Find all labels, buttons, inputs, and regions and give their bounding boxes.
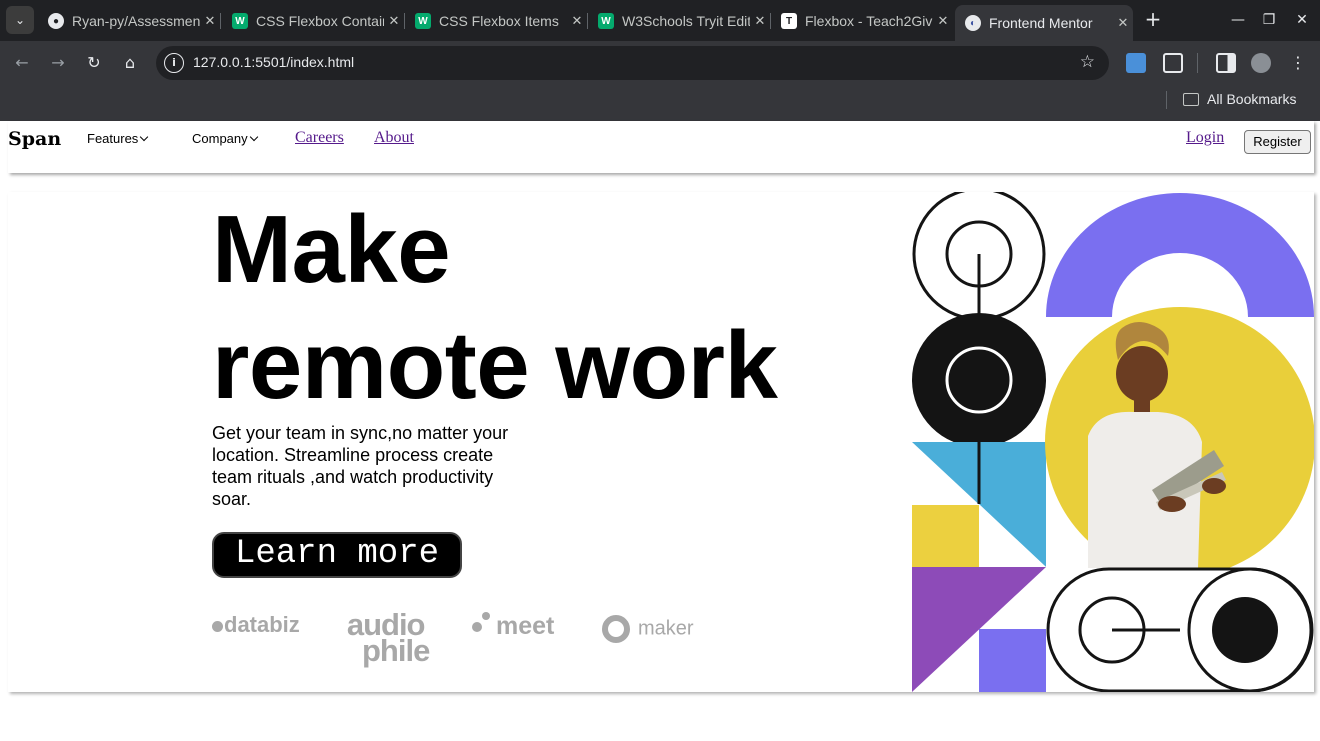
bookmarks-bar: All Bookmarks — [0, 85, 1320, 121]
url-text[interactable]: 127.0.0.1:5501/index.html — [193, 54, 354, 70]
register-button[interactable]: Register — [1244, 130, 1311, 154]
dark-dot — [1212, 597, 1278, 663]
restore-icon[interactable]: ❐ — [1255, 8, 1283, 32]
site-logo[interactable]: Span — [8, 128, 61, 150]
meet-dot-icon — [472, 622, 482, 633]
client-logo-maker: maker — [602, 615, 694, 643]
close-icon[interactable]: ✕ — [384, 13, 404, 29]
close-icon[interactable]: ✕ — [567, 13, 587, 29]
nav-about-link[interactable]: About — [374, 129, 414, 147]
person-hand — [1158, 496, 1186, 512]
site-header: Span Features Company Careers About Logi… — [8, 121, 1314, 173]
yellow-square — [912, 505, 979, 567]
maker-circle-icon — [602, 615, 630, 643]
login-link[interactable]: Login — [1186, 129, 1224, 147]
nav-company-dropdown[interactable]: Company — [192, 131, 258, 146]
person-head — [1116, 346, 1168, 402]
home-icon[interactable]: ⌂ — [118, 51, 142, 75]
nav-company-label: Company — [192, 131, 248, 146]
tab-github[interactable]: ● Ryan-py/Assessment ✕ — [38, 7, 221, 35]
meet-dot-icon — [482, 612, 490, 620]
person-hand — [1202, 478, 1226, 494]
hero-illustration — [912, 192, 1314, 692]
toolbar-divider — [1197, 53, 1198, 73]
close-icon[interactable]: ✕ — [750, 13, 770, 29]
hero-title-line2: remote work — [212, 312, 778, 419]
frontend-mentor-icon: ◐ — [965, 15, 981, 31]
w3schools-icon: W — [232, 13, 248, 29]
purple-square — [979, 629, 1046, 692]
client-logo-databiz: databiz — [212, 612, 300, 638]
close-icon[interactable]: ✕ — [200, 13, 220, 29]
learn-more-button[interactable]: Learn more — [212, 532, 462, 578]
chevron-down-icon: ⌄ — [14, 13, 26, 27]
folder-icon — [1183, 93, 1199, 106]
browser-toolbar: ← → ↻ ⌂ i 127.0.0.1:5501/index.html ☆ ⋮ — [0, 41, 1320, 85]
tab-css-flexbox-items[interactable]: W CSS Flexbox Items ✕ — [405, 7, 588, 35]
t-icon: T — [781, 13, 797, 29]
tab-search-button[interactable]: ⌄ — [6, 6, 34, 34]
hero-description: Get your team in sync,no matter your loc… — [212, 423, 509, 509]
tab-css-flexbox-container[interactable]: W CSS Flexbox Container ✕ — [222, 7, 405, 35]
side-panel-icon[interactable] — [1216, 53, 1236, 73]
close-icon[interactable]: ✕ — [1113, 15, 1133, 31]
chevron-down-icon — [249, 132, 258, 142]
purple-arch — [1046, 193, 1314, 317]
new-tab-icon[interactable]: + — [1143, 9, 1163, 31]
client-logo-meet: meet — [472, 612, 554, 641]
hero-title-line1: Make — [212, 196, 451, 303]
more-menu-icon[interactable]: ⋮ — [1286, 51, 1310, 75]
minimize-icon[interactable]: — — [1224, 8, 1252, 32]
dark-circle — [912, 313, 1046, 447]
chevron-down-icon — [140, 132, 149, 142]
w3schools-icon: W — [598, 13, 614, 29]
client-logo-audiophile: audio phile — [346, 607, 431, 668]
nav-careers-link[interactable]: Careers — [295, 129, 344, 147]
all-bookmarks-button[interactable]: All Bookmarks — [1207, 91, 1296, 107]
tab-frontend-mentor[interactable]: ◐ Frontend Mentor ✕ — [955, 5, 1133, 41]
extensions-icon[interactable] — [1163, 53, 1183, 73]
forward-icon[interactable]: → — [46, 51, 70, 75]
databiz-dot-icon — [212, 621, 223, 632]
nav-features-label: Features — [87, 131, 139, 146]
hero-artwork — [912, 192, 1314, 692]
close-icon[interactable]: ✕ — [933, 13, 953, 29]
back-icon[interactable]: ← — [10, 51, 34, 75]
tab-strip: ⌄ ● Ryan-py/Assessment ✕ W CSS Flexbox C… — [0, 0, 1320, 41]
web-page: Span Features Company Careers About Logi… — [0, 121, 1320, 741]
avatar[interactable] — [1251, 53, 1271, 73]
address-bar[interactable]: i 127.0.0.1:5501/index.html ☆ — [156, 46, 1109, 80]
bookmarks-divider — [1166, 91, 1167, 109]
github-icon: ● — [48, 13, 64, 29]
bookmark-star-icon[interactable]: ☆ — [1080, 52, 1095, 72]
reload-icon[interactable]: ↻ — [82, 51, 106, 75]
nav-features-dropdown[interactable]: Features — [87, 131, 149, 146]
w3schools-icon: W — [415, 13, 431, 29]
tab-flexbox-teach2give[interactable]: T Flexbox - Teach2Give ✕ — [771, 7, 953, 35]
hero-section: Make remote work Get your team in sync,n… — [8, 192, 1314, 692]
window-close-icon[interactable]: ✕ — [1288, 8, 1316, 32]
site-info-icon[interactable]: i — [164, 53, 184, 73]
tab-w3schools-tryit[interactable]: W W3Schools Tryit Editor ✕ — [588, 7, 771, 35]
download-extension-icon[interactable] — [1126, 53, 1146, 73]
